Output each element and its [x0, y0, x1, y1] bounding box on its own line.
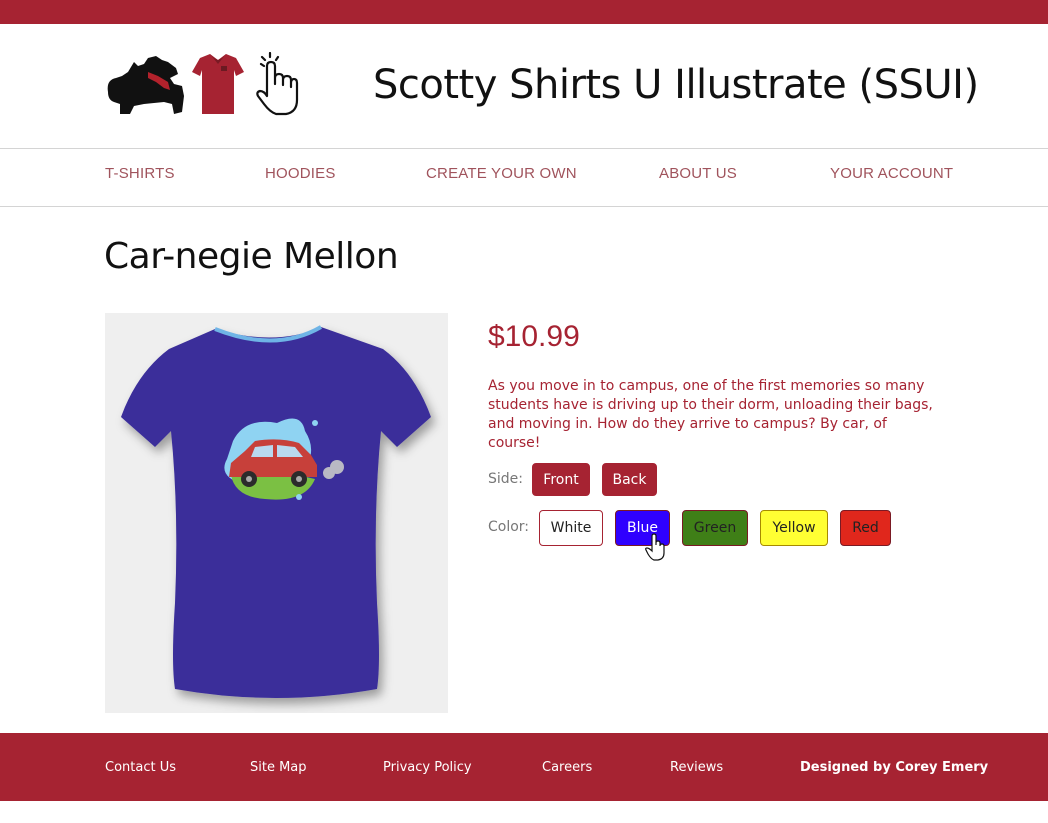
footer-credit: Designed by Corey Emery [800, 760, 989, 775]
top-accent-bar [0, 0, 1048, 24]
color-white-button[interactable]: White [539, 510, 603, 546]
footer-link-careers[interactable]: Careers [542, 760, 592, 775]
pointing-hand-icon [256, 52, 299, 116]
footer-link-contact-us[interactable]: Contact Us [105, 760, 176, 775]
side-front-button[interactable]: Front [532, 463, 590, 496]
site-header: Scotty Shirts U Illustrate (SSUI) [0, 24, 1048, 148]
footer-link-reviews[interactable]: Reviews [670, 760, 723, 775]
nav-item-about-us[interactable]: ABOUT US [659, 165, 737, 182]
side-back-button[interactable]: Back [602, 463, 657, 496]
nav-item-your-account[interactable]: YOUR ACCOUNT [830, 165, 953, 182]
color-label: Color: [488, 519, 530, 535]
product-description: As you move in to campus, one of the fir… [488, 378, 933, 451]
footer-link-site-map[interactable]: Site Map [250, 760, 307, 775]
blue-tshirt-icon [121, 325, 431, 698]
product-title: Car-negie Mellon [104, 236, 399, 277]
site-title: Scotty Shirts U Illustrate (SSUI) [373, 62, 979, 108]
side-label: Side: [488, 471, 523, 487]
footer-link-privacy-policy[interactable]: Privacy Policy [383, 760, 472, 775]
shirt-icon [192, 54, 244, 114]
color-green-button[interactable]: Green [682, 510, 748, 546]
color-red-button[interactable]: Red [840, 510, 891, 546]
color-yellow-button[interactable]: Yellow [760, 510, 828, 546]
product-image [105, 313, 448, 713]
scottie-dog-icon [107, 56, 184, 114]
product-price: $10.99 [488, 320, 580, 353]
site-logo[interactable] [104, 52, 300, 118]
hand-cursor-icon [645, 533, 665, 561]
nav-item-create-your-own[interactable]: CREATE YOUR OWN [426, 165, 577, 182]
main-nav: T-SHIRTS HOODIES CREATE YOUR OWN ABOUT U… [0, 148, 1048, 207]
nav-item-tshirts[interactable]: T-SHIRTS [105, 165, 175, 182]
nav-item-hoodies[interactable]: HOODIES [265, 165, 336, 182]
site-footer: Contact Us Site Map Privacy Policy Caree… [0, 733, 1048, 801]
